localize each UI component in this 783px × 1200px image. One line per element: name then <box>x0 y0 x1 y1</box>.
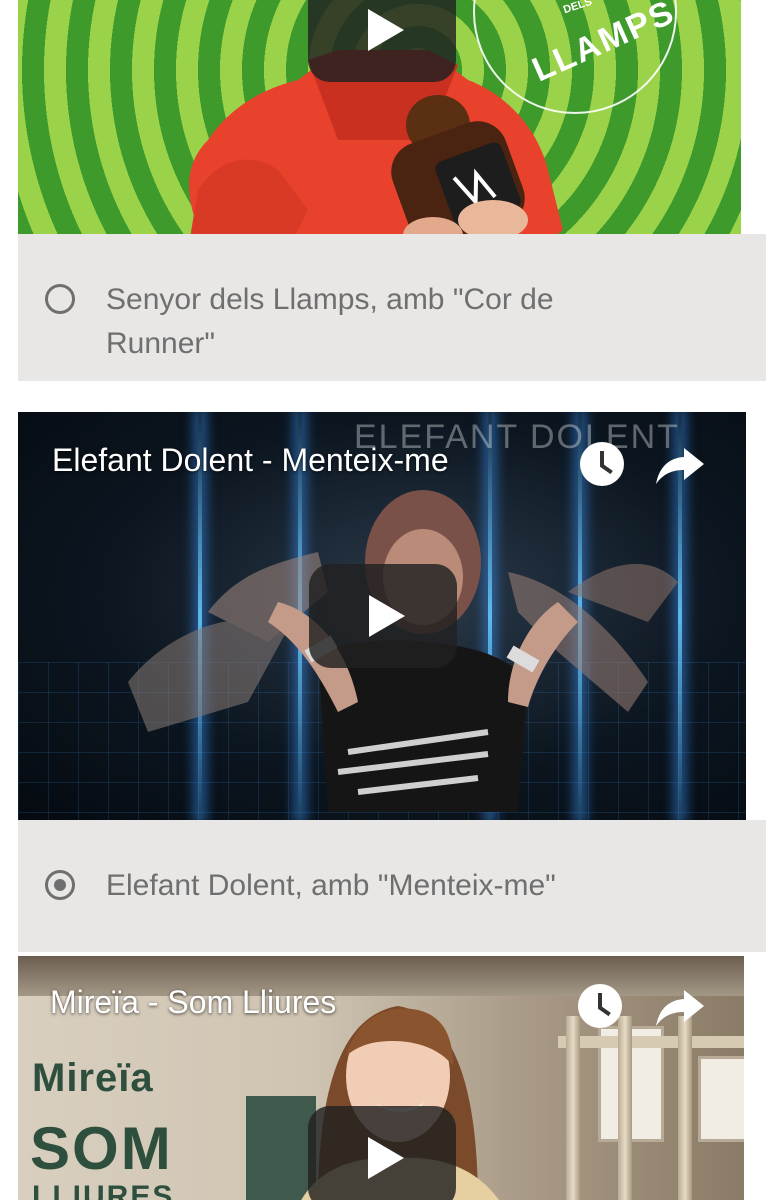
poll-option-label: Senyor dels Llamps, amb "Cor de Runner" <box>106 283 554 360</box>
column <box>618 1016 632 1200</box>
logo-title-line-2: LLIURES <box>32 1180 175 1200</box>
column <box>678 1016 692 1200</box>
clock-icon[interactable] <box>580 442 624 486</box>
play-icon <box>369 595 405 637</box>
share-arrow-icon[interactable] <box>654 444 706 486</box>
poll-option-elefant-dolent[interactable]: Elefant Dolent, amb "Menteix-me" <box>18 820 766 952</box>
play-icon <box>368 9 404 51</box>
poll-option-label: Elefant Dolent, amb "Menteix-me" <box>106 869 556 902</box>
video-title[interactable]: Elefant Dolent - Menteix-me <box>52 442 449 479</box>
radio-unchecked-icon[interactable] <box>45 284 75 314</box>
logo-title-line-1: SOM <box>30 1115 173 1182</box>
poll-page: DELS LLAMPS Senyor dels Llamps, amb "Cor… <box>0 0 783 1200</box>
logo-artist-name: Mireïa <box>32 1056 154 1100</box>
window <box>698 1056 744 1142</box>
poll-option-senyor-dels-llamps[interactable]: Senyor dels Llamps, amb "Cor de Runner" <box>18 234 766 381</box>
play-button[interactable] <box>308 1106 456 1200</box>
play-icon <box>368 1137 404 1179</box>
clock-icon[interactable] <box>578 984 622 1028</box>
play-button[interactable] <box>309 564 457 668</box>
radio-checked-icon[interactable] <box>45 870 75 900</box>
column <box>566 1016 580 1200</box>
share-arrow-icon[interactable] <box>654 986 706 1028</box>
radio-selected-dot <box>54 879 66 891</box>
video-player-senyor-dels-llamps[interactable]: DELS LLAMPS <box>18 0 741 234</box>
video-player-elefant-dolent[interactable]: ELEFANT DOLENT Elefant Dolent - Menteix-… <box>18 412 746 820</box>
video-player-mireia[interactable]: Mireïa SOM LLIURES Mireïa - Som Lliures <box>18 956 744 1200</box>
video-title[interactable]: Mireïa - Som Lliures <box>50 984 336 1021</box>
ballet-barre <box>558 1036 744 1048</box>
play-button[interactable] <box>308 0 456 82</box>
